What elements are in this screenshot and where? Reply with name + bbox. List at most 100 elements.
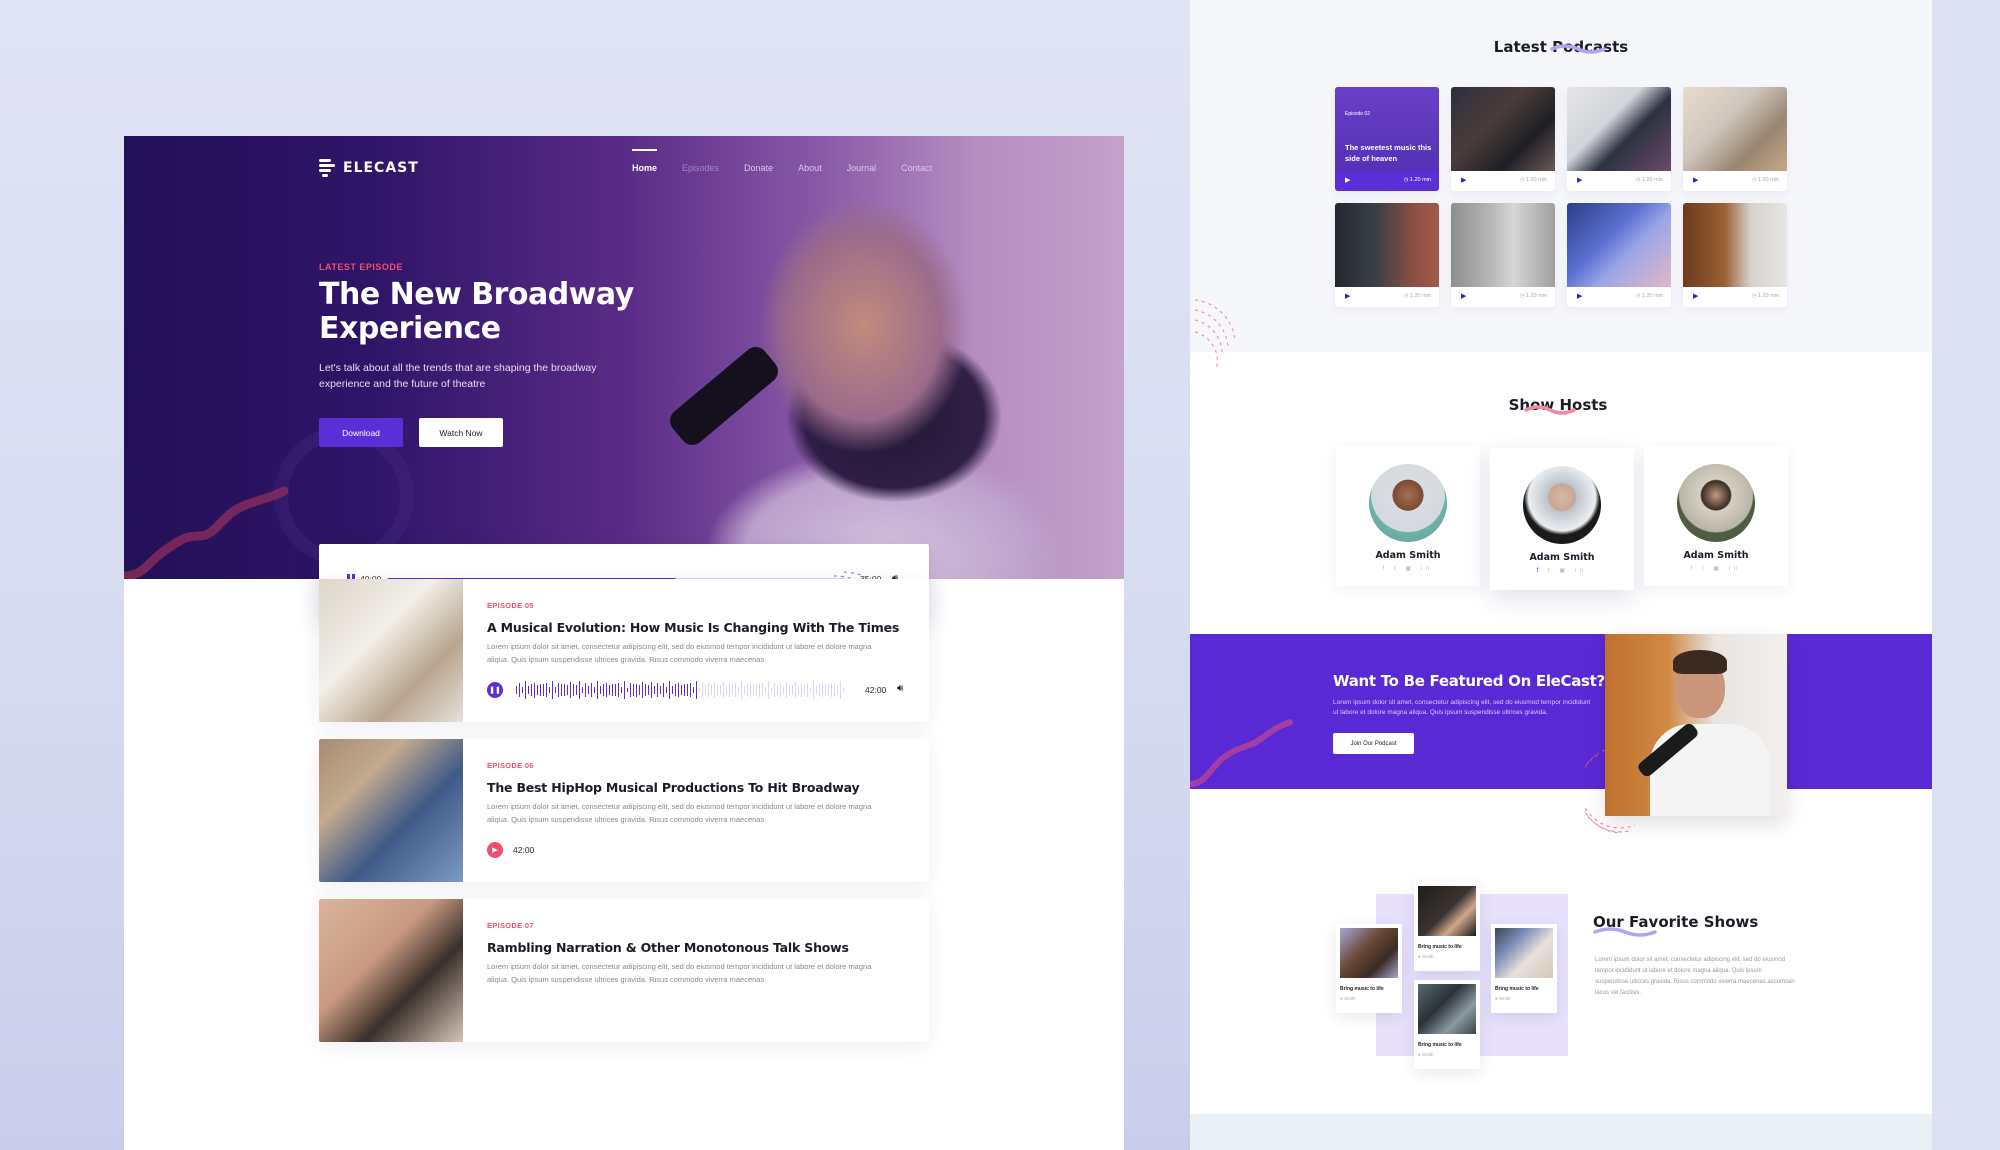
waveform-bar [681, 684, 683, 696]
waveform-bar [687, 683, 689, 697]
waveform-bar [666, 687, 668, 693]
hero-section: ELECAST Home Episodes Donate About Journ… [124, 136, 1124, 579]
episode-thumbnail [319, 899, 463, 1042]
watch-now-button[interactable]: Watch Now [419, 418, 503, 447]
linkedin-icon[interactable]: in [1729, 566, 1742, 572]
waveform-bar [819, 683, 821, 697]
youtube-icon[interactable]: ▣ [1405, 566, 1415, 572]
nav-home[interactable]: Home [632, 149, 658, 173]
waveform-bar [552, 681, 554, 699]
favorite-image [1418, 886, 1476, 936]
twitter-icon[interactable]: t [1394, 566, 1400, 572]
episode-thumbnail [319, 579, 463, 722]
play-icon[interactable]: ▶ [1461, 292, 1466, 300]
favorite-card[interactable]: Bring music to life ● Smith [1414, 882, 1480, 971]
nav-contact[interactable]: Contact [901, 163, 932, 173]
podcast-duration: ◷ 1.20 min [1635, 177, 1663, 183]
nav-donate[interactable]: Donate [744, 163, 773, 173]
waveform-bar [735, 683, 737, 697]
play-icon[interactable]: ▶ [1577, 176, 1582, 184]
podcast-card[interactable]: ▶ ◷ 1.20 min [1451, 87, 1555, 191]
waveform-bar [729, 683, 731, 697]
podcast-card[interactable]: ▶ ◷ 1.20 min [1567, 203, 1671, 307]
episode-title[interactable]: A Musical Evolution: How Music Is Changi… [487, 620, 899, 635]
favorite-author: ● Smith [1418, 1052, 1434, 1057]
linkedin-icon[interactable]: in [1421, 566, 1434, 572]
play-icon[interactable]: ▶ [1693, 176, 1698, 184]
decorative-wave [124, 486, 289, 579]
favorite-author: ● Smith [1340, 996, 1356, 1001]
host-card[interactable]: Adam Smith f t ▣ in [1336, 446, 1480, 586]
waveform-bar [801, 683, 803, 697]
twitter-icon[interactable]: t [1702, 566, 1708, 572]
youtube-icon[interactable]: ▣ [1559, 568, 1569, 574]
episode-card[interactable]: EPISODE 06 The Best HipHop Musical Produ… [319, 739, 929, 882]
waveform-bar [603, 683, 605, 697]
play-icon[interactable]: ▶ [1577, 292, 1582, 300]
play-icon[interactable]: ▶ [1345, 176, 1350, 184]
twitter-icon[interactable]: t [1548, 568, 1554, 574]
facebook-icon[interactable]: f [1537, 568, 1543, 574]
waveform-bar [723, 681, 725, 699]
facebook-icon[interactable]: f [1691, 566, 1697, 572]
favorite-card[interactable]: Bring music to life ● Smith [1414, 980, 1480, 1069]
waveform-bar [534, 682, 536, 698]
favorite-card[interactable]: Bring music to life ● Smith [1491, 924, 1557, 1013]
waveform-bar [639, 685, 641, 695]
waveform-bar [696, 681, 698, 699]
favorite-card[interactable]: Bring music to life ● Smith [1336, 924, 1402, 1013]
episode-card[interactable]: EPISODE 07 Rambling Narration & Other Mo… [319, 899, 929, 1042]
episode-title[interactable]: Rambling Narration & Other Monotonous Ta… [487, 940, 849, 955]
play-icon[interactable]: ▶ [1461, 176, 1466, 184]
waveform-bar [786, 681, 788, 699]
play-icon[interactable]: ▶ [1345, 292, 1350, 300]
nav-about[interactable]: About [798, 163, 822, 173]
social-links: f t ▣ in [1336, 565, 1480, 572]
linkedin-icon[interactable]: in [1575, 568, 1588, 574]
podcast-card[interactable]: ▶ ◷ 1.20 min [1451, 203, 1555, 307]
hero-title: The New Broadway Experience [319, 277, 634, 346]
social-links: f t ▣ in [1644, 565, 1788, 572]
episode-description: Lorem ipsum dolor sit amet, consectetur … [487, 642, 872, 664]
waveform[interactable] [516, 681, 846, 699]
youtube-icon[interactable]: ▣ [1713, 566, 1723, 572]
play-icon[interactable]: ▶ [1693, 292, 1698, 300]
podcast-card[interactable]: ▶ ◷ 1.20 min [1335, 203, 1439, 307]
episode-card[interactable]: EPISODE 05 A Musical Evolution: How Musi… [319, 579, 929, 722]
waveform-bar [810, 687, 812, 693]
waveform-bar [672, 685, 674, 695]
waveform-bar [525, 681, 527, 699]
title-underline-squiggle [1550, 44, 1606, 54]
podcast-card[interactable]: ▶ ◷ 1.20 min [1683, 87, 1787, 191]
pause-button[interactable]: ❚❚ [487, 682, 503, 698]
podcast-image [1451, 87, 1555, 171]
waveform-bar [663, 683, 665, 697]
podcast-card[interactable]: ▶ ◷ 1.20 min [1683, 203, 1787, 307]
logo[interactable]: ELECAST [319, 157, 419, 179]
nav-episodes[interactable]: Episodes [682, 163, 719, 173]
waveform-bar [804, 685, 806, 695]
podcast-card[interactable]: ▶ ◷ 1.20 min [1567, 87, 1671, 191]
episode-title[interactable]: The Best HipHop Musical Productions To H… [487, 780, 860, 795]
facebook-icon[interactable]: f [1383, 566, 1389, 572]
waveform-bar [615, 683, 617, 697]
waveform-bar [783, 685, 785, 695]
waveform-bar [693, 686, 695, 694]
host-card[interactable]: Adam Smith f t ▣ in [1490, 448, 1634, 590]
podcast-card[interactable]: Episode 02 The sweetest music this side … [1335, 87, 1439, 191]
hero-subtitle: Let's talk about all the trends that are… [319, 362, 597, 390]
waveform-bar [633, 684, 635, 696]
download-button[interactable]: Download [319, 418, 403, 447]
waveform-bar [636, 683, 638, 697]
nav-journal[interactable]: Journal [847, 163, 877, 173]
host-card[interactable]: Adam Smith f t ▣ in [1644, 446, 1788, 586]
waveform-bar [714, 682, 716, 698]
play-button[interactable]: ▶ [487, 842, 503, 858]
photo-hair [1673, 650, 1727, 674]
waveform-bar [609, 684, 611, 696]
waveform-bar [579, 681, 581, 699]
waveform-bar [798, 685, 800, 695]
join-podcast-button[interactable]: Join Our Podcast [1333, 733, 1414, 754]
volume-icon[interactable]: 🔊︎ [897, 683, 903, 694]
waveform-bar [624, 681, 626, 699]
